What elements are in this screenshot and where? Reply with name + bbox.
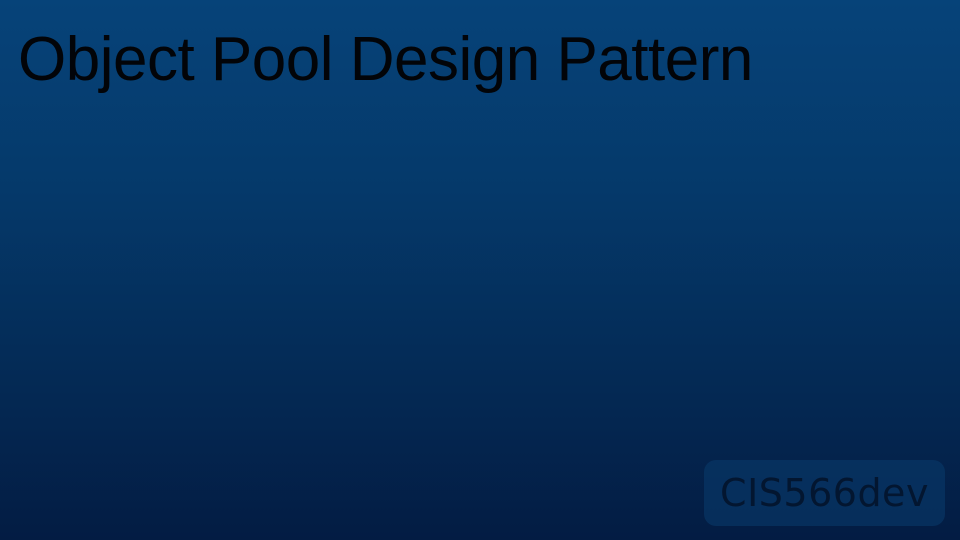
slide: Object Pool Design Pattern CIS566dev — [0, 0, 960, 540]
slide-title: Object Pool Design Pattern — [18, 25, 753, 94]
watermark-badge: CIS566dev — [704, 460, 945, 526]
watermark-text: CIS566dev — [720, 471, 929, 515]
